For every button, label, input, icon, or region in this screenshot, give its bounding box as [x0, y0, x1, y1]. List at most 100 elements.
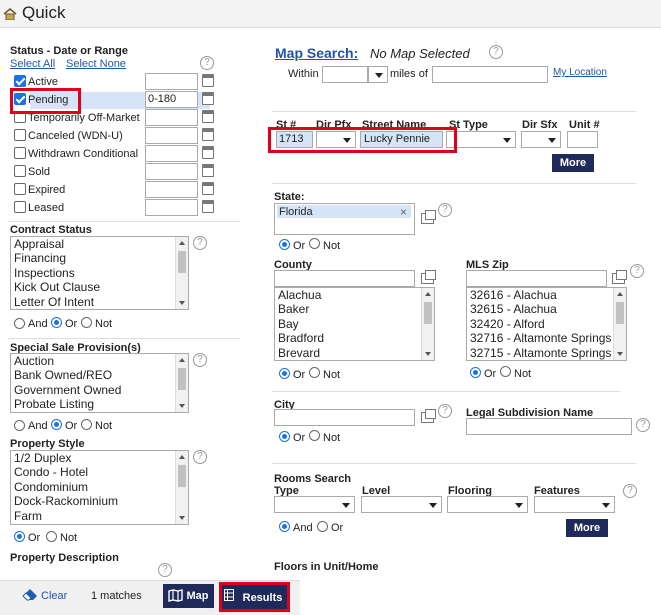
county-or-radio[interactable]: [279, 368, 290, 379]
list-item[interactable]: Government Owned: [11, 383, 188, 397]
scrollbar[interactable]: [175, 451, 188, 524]
state-not-radio[interactable]: [309, 238, 320, 249]
status-range-input[interactable]: [145, 199, 198, 216]
list-item[interactable]: 32716 - Altamonte Springs: [467, 331, 626, 345]
list-item[interactable]: Bradford: [275, 331, 434, 345]
city-not-radio[interactable]: [309, 430, 320, 441]
list-item[interactable]: Inspections: [11, 266, 188, 280]
status-checkbox-0[interactable]: [14, 75, 26, 87]
help-icon[interactable]: ?: [623, 484, 637, 498]
unit-input[interactable]: [567, 131, 598, 148]
help-icon[interactable]: ?: [636, 418, 650, 432]
county-not-radio[interactable]: [309, 367, 320, 378]
list-item[interactable]: 32615 - Alachua: [467, 302, 626, 316]
scrollbar[interactable]: [175, 237, 188, 309]
county-list[interactable]: Alachua Baker Bay Bradford Brevard: [274, 287, 435, 361]
help-icon[interactable]: ?: [200, 56, 214, 70]
room-flooring-select[interactable]: [447, 496, 528, 513]
calendar-icon[interactable]: [202, 146, 214, 159]
legal-subdivision-input[interactable]: [466, 418, 632, 435]
select-all-link[interactable]: Select All: [10, 58, 55, 70]
state-or-radio[interactable]: [279, 239, 290, 250]
calendar-icon[interactable]: [202, 110, 214, 123]
list-item[interactable]: Baker: [275, 302, 434, 316]
address-more-button[interactable]: More: [552, 154, 594, 172]
list-item[interactable]: Financing: [11, 251, 188, 265]
list-item[interactable]: Condominium: [11, 480, 188, 494]
scrollbar[interactable]: [421, 288, 434, 360]
calendar-icon[interactable]: [202, 200, 214, 213]
contract-and-radio[interactable]: [14, 318, 25, 329]
status-range-input[interactable]: 0-180: [145, 91, 198, 108]
popup-icon[interactable]: [421, 270, 436, 284]
map-search-link[interactable]: Map Search:: [275, 45, 358, 61]
state-remove-icon[interactable]: ×: [400, 205, 407, 219]
style-or-radio[interactable]: [14, 531, 25, 542]
mls-zip-input[interactable]: [466, 270, 607, 287]
list-item[interactable]: 32420 - Alford: [467, 317, 626, 331]
status-checkbox-4[interactable]: [14, 147, 26, 159]
special-not-radio[interactable]: [81, 419, 92, 430]
popup-icon[interactable]: [421, 409, 436, 423]
list-item[interactable]: Letter Of Intent: [11, 295, 188, 309]
within-unit-select[interactable]: [368, 66, 388, 83]
status-range-input[interactable]: [145, 109, 198, 126]
help-icon[interactable]: ?: [158, 563, 172, 577]
special-or-radio[interactable]: [51, 419, 62, 430]
special-and-radio[interactable]: [14, 420, 25, 431]
calendar-icon[interactable]: [202, 182, 214, 195]
calendar-icon[interactable]: [202, 128, 214, 141]
list-item[interactable]: Farm: [11, 509, 188, 523]
select-none-link[interactable]: Select None: [66, 58, 126, 70]
popup-icon[interactable]: [421, 210, 436, 224]
style-not-radio[interactable]: [46, 531, 57, 542]
status-range-input[interactable]: [145, 163, 198, 180]
status-range-input[interactable]: [145, 145, 198, 162]
list-item[interactable]: 32616 - Alachua: [467, 288, 626, 302]
list-item[interactable]: Appraisal: [11, 237, 188, 251]
status-checkbox-3[interactable]: [14, 129, 26, 141]
dir-sfx-select[interactable]: [521, 131, 561, 148]
help-icon[interactable]: ?: [193, 236, 207, 250]
zip-or-radio[interactable]: [470, 367, 481, 378]
scrollbar[interactable]: [175, 354, 188, 412]
county-input[interactable]: [274, 270, 415, 287]
list-item[interactable]: Alachua: [275, 288, 434, 302]
contract-or-radio[interactable]: [51, 317, 62, 328]
list-item[interactable]: Probate Listing: [11, 397, 188, 411]
help-icon[interactable]: ?: [193, 353, 207, 367]
clear-button[interactable]: Clear: [41, 590, 67, 602]
status-range-input[interactable]: [145, 181, 198, 198]
calendar-icon[interactable]: [202, 164, 214, 177]
list-item[interactable]: Condo - Hotel: [11, 465, 188, 479]
status-range-input[interactable]: [145, 127, 198, 144]
help-icon[interactable]: ?: [438, 404, 452, 418]
calendar-icon[interactable]: [202, 92, 214, 105]
status-checkbox-5[interactable]: [14, 165, 26, 177]
list-item[interactable]: 1/2 Duplex: [11, 451, 188, 465]
city-or-radio[interactable]: [279, 431, 290, 442]
mls-zip-list[interactable]: 32616 - Alachua 32615 - Alachua 32420 - …: [466, 287, 627, 361]
popup-icon[interactable]: [612, 270, 627, 284]
contract-status-list[interactable]: Appraisal Financing Inspections Kick Out…: [10, 236, 189, 310]
location-input[interactable]: [432, 66, 548, 83]
list-item[interactable]: Brevard: [275, 346, 434, 360]
property-style-list[interactable]: 1/2 Duplex Condo - Hotel Condominium Doc…: [10, 450, 189, 525]
help-icon[interactable]: ?: [438, 203, 452, 217]
calendar-icon[interactable]: [202, 74, 214, 87]
rooms-more-button[interactable]: More: [566, 519, 608, 537]
status-checkbox-7[interactable]: [14, 201, 26, 213]
list-item[interactable]: Auction: [11, 354, 188, 368]
help-icon[interactable]: ?: [630, 264, 644, 278]
rooms-or-radio[interactable]: [317, 521, 328, 532]
room-type-select[interactable]: [274, 496, 355, 513]
my-location-link[interactable]: My Location: [553, 67, 607, 78]
room-level-select[interactable]: [361, 496, 442, 513]
list-item[interactable]: Kick Out Clause: [11, 280, 188, 294]
rooms-and-radio[interactable]: [279, 521, 290, 532]
help-icon[interactable]: ?: [193, 450, 207, 464]
zip-not-radio[interactable]: [500, 366, 511, 377]
contract-not-radio[interactable]: [81, 317, 92, 328]
list-item[interactable]: Dock-Rackominium: [11, 494, 188, 508]
status-checkbox-6[interactable]: [14, 183, 26, 195]
